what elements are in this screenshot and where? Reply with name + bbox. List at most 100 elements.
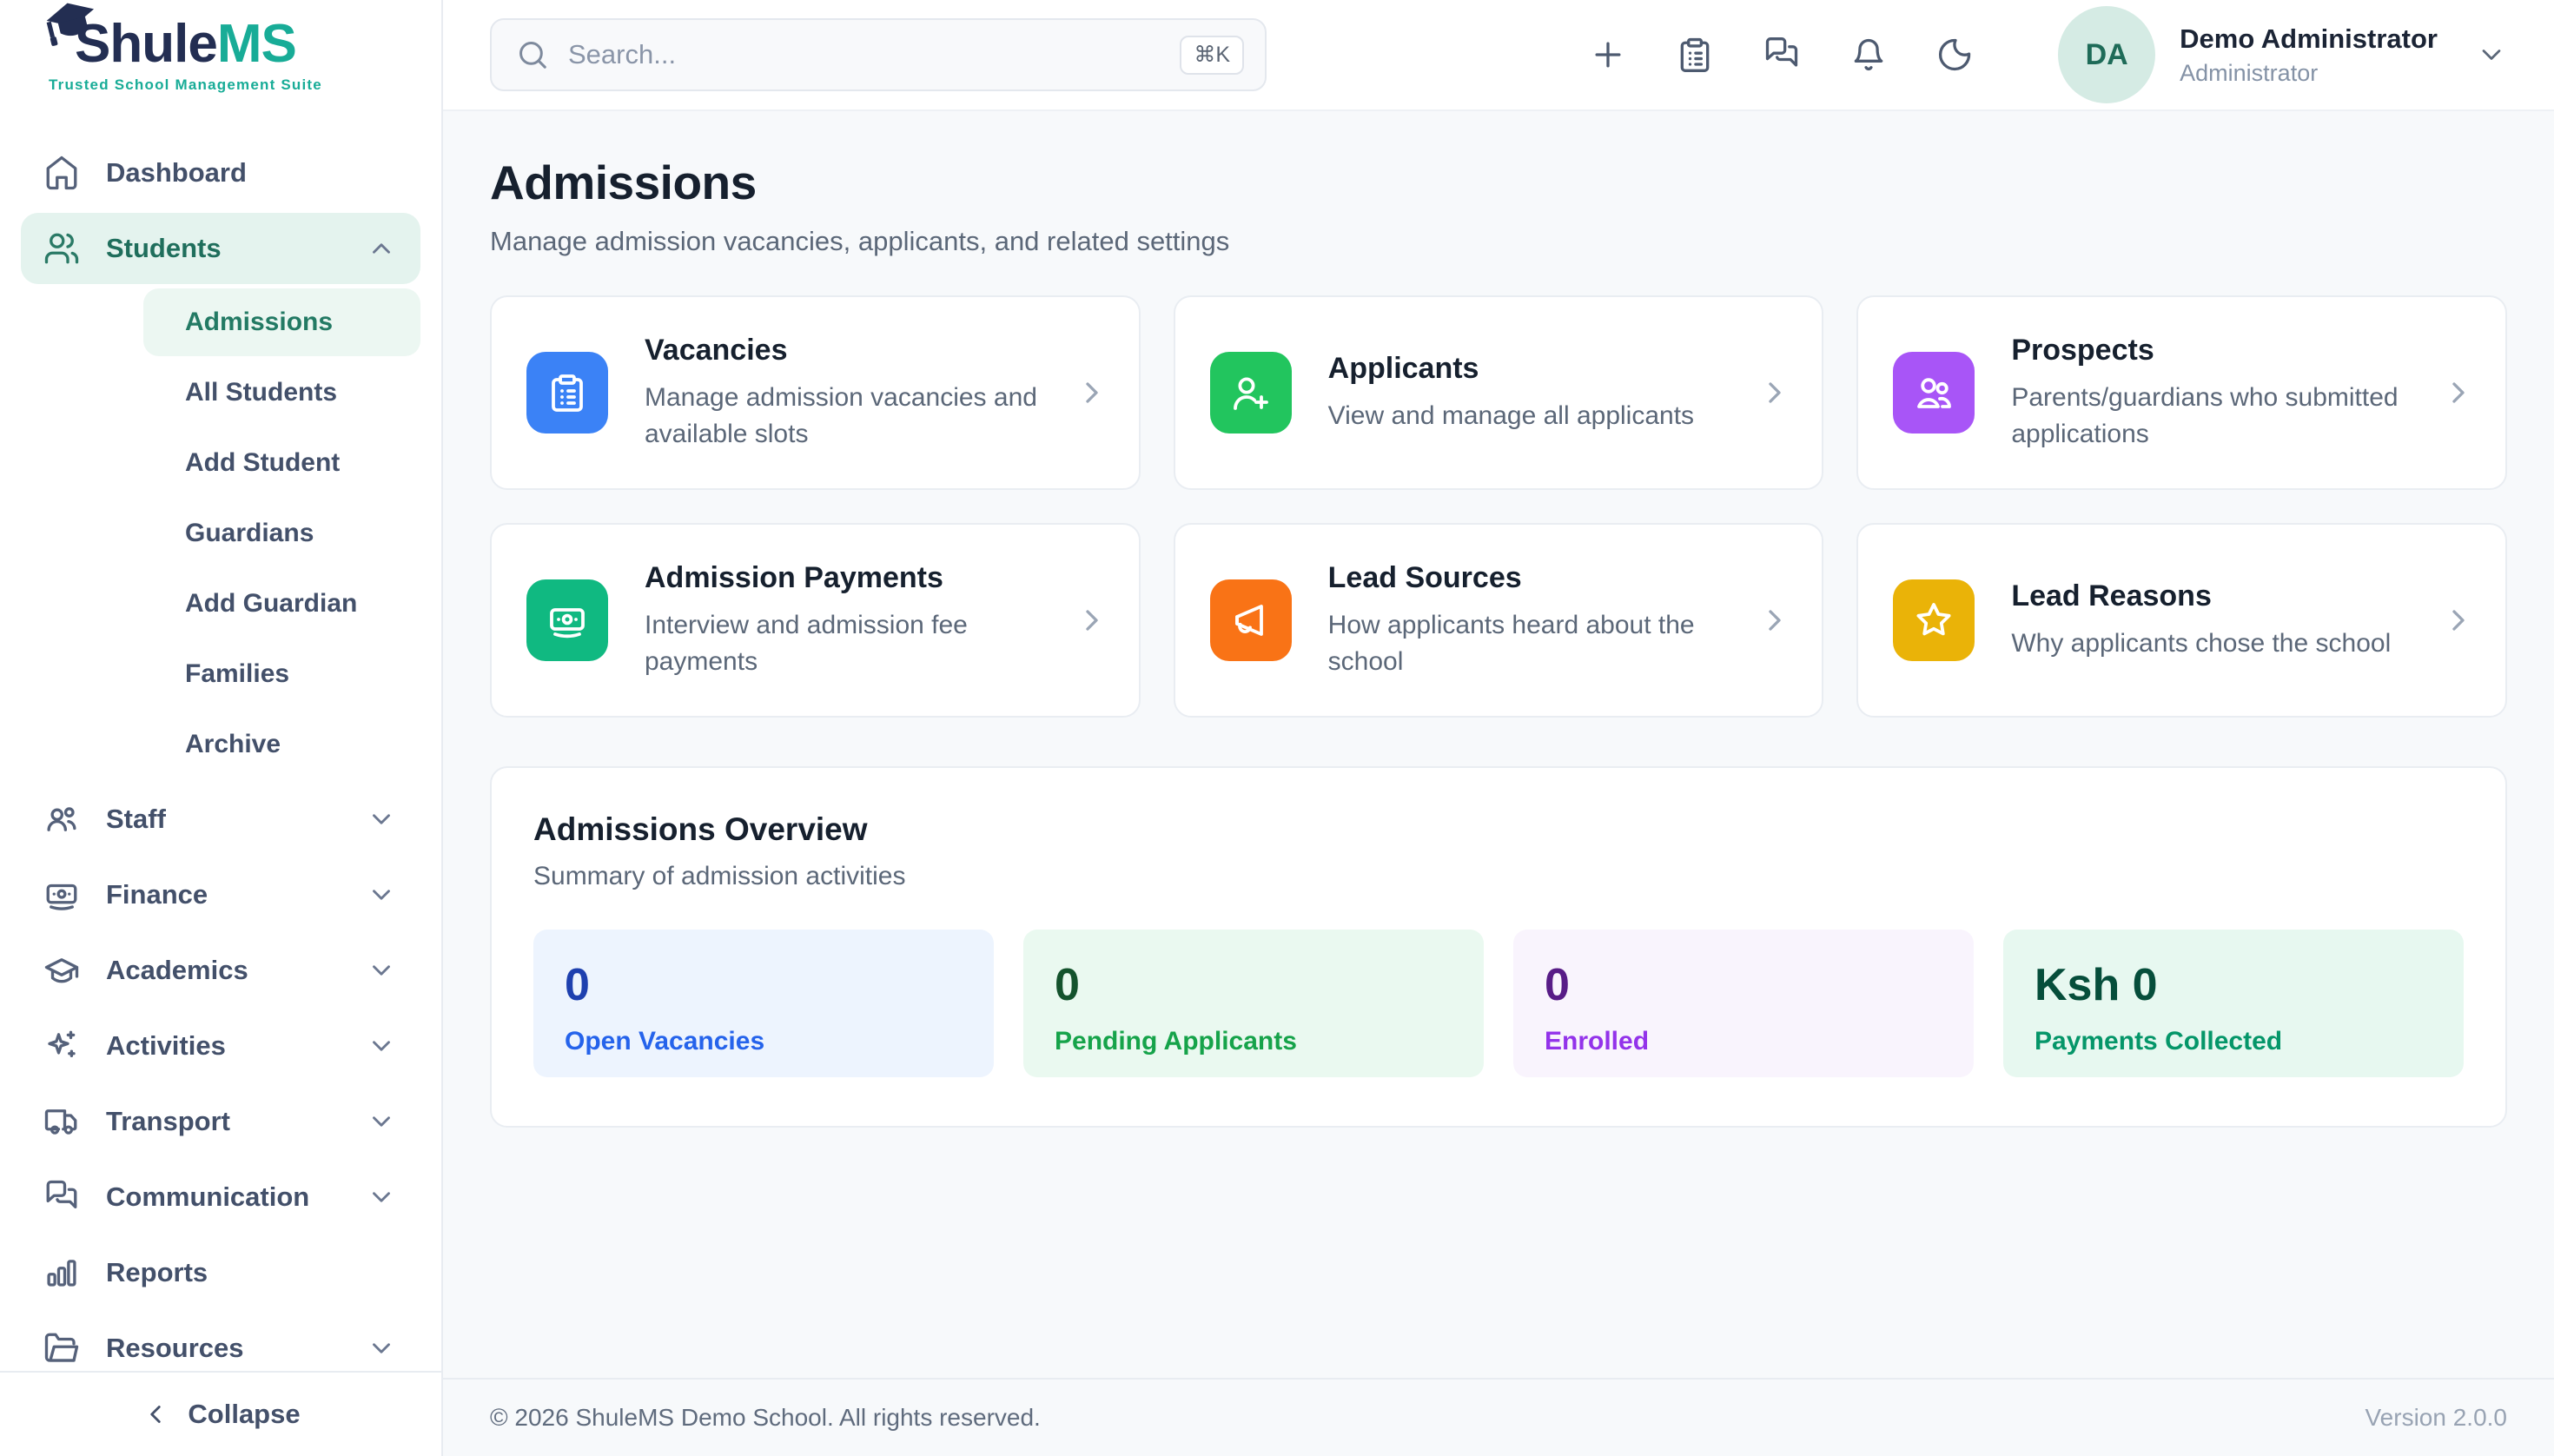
stat-label: Payments Collected xyxy=(2035,1027,2432,1056)
card-description: Why applicants chose the school xyxy=(2011,625,2432,661)
admissions-card-grid: Vacancies Manage admission vacancies and… xyxy=(490,295,2507,718)
chevron-down-icon xyxy=(2476,39,2507,70)
sidebar-item-transport[interactable]: Transport xyxy=(21,1086,420,1157)
search-shortcut-badge: ⌘K xyxy=(1180,36,1244,75)
admission-payments-card[interactable]: Admission Payments Interview and admissi… xyxy=(490,523,1141,718)
sidebar-item-label: Reports xyxy=(106,1257,208,1288)
avatar: DA xyxy=(2058,6,2155,103)
sidebar-item-label: Academics xyxy=(106,955,248,986)
sidebar-item-academics[interactable]: Academics xyxy=(21,935,420,1006)
submenu-item-all-students[interactable]: All Students xyxy=(143,359,420,427)
overview-subtitle: Summary of admission activities xyxy=(533,862,2464,891)
add-button[interactable] xyxy=(1589,34,1631,76)
sidebar-item-resources[interactable]: Resources xyxy=(21,1313,420,1371)
sidebar-item-reports[interactable]: Reports xyxy=(21,1237,420,1308)
stat-value: 0 xyxy=(1055,963,1452,1008)
vacancies-card[interactable]: Vacancies Manage admission vacancies and… xyxy=(490,295,1141,490)
sidebar-item-communication[interactable]: Communication xyxy=(21,1161,420,1233)
card-title: Applicants xyxy=(1328,352,1750,386)
submenu-item-add-student[interactable]: Add Student xyxy=(143,429,420,497)
card-title: Admission Payments xyxy=(645,561,1066,595)
chevron-right-icon xyxy=(1757,375,1792,410)
card-title: Prospects xyxy=(2011,334,2432,367)
card-title: Vacancies xyxy=(645,334,1066,367)
stat-value: 0 xyxy=(1545,963,1942,1008)
sidebar-item-staff[interactable]: Staff xyxy=(21,784,420,855)
user-role: Administrator xyxy=(2180,60,2438,87)
sidebar-item-finance[interactable]: Finance xyxy=(21,859,420,930)
messages-button[interactable] xyxy=(1763,34,1804,76)
bell-icon xyxy=(1849,36,1888,74)
sidebar-item-label: Transport xyxy=(106,1106,230,1137)
card-title: Lead Sources xyxy=(1328,561,1750,595)
prospects-card[interactable]: Prospects Parents/guardians who submitte… xyxy=(1856,295,2507,490)
chevron-down-icon xyxy=(367,1182,396,1212)
sidebar-item-students[interactable]: Students xyxy=(21,213,420,284)
card-description: How applicants heard about the school xyxy=(1328,607,1750,679)
megaphone-icon xyxy=(1210,579,1292,661)
sidebar: ShuleMS Trusted School Management Suite … xyxy=(0,0,443,1456)
submenu-item-add-guardian[interactable]: Add Guardian xyxy=(143,570,420,638)
dark-mode-button[interactable] xyxy=(1936,34,1978,76)
sidebar-item-dashboard[interactable]: Dashboard xyxy=(21,137,420,208)
clipboard-list-icon xyxy=(1676,36,1714,74)
topbar-actions: DA Demo Administrator Administrator xyxy=(1589,6,2507,103)
lead-sources-card[interactable]: Lead Sources How applicants heard about … xyxy=(1174,523,1824,718)
chevron-down-icon xyxy=(367,1031,396,1061)
users-icon xyxy=(43,230,80,267)
sidebar-nav: Dashboard Students Admissions All Studen… xyxy=(0,111,441,1371)
card-description: Parents/guardians who submitted applicat… xyxy=(2011,380,2432,452)
star-icon xyxy=(1893,579,1975,661)
submenu-item-families[interactable]: Families xyxy=(143,640,420,708)
collapse-button[interactable]: Collapse xyxy=(141,1399,300,1430)
copyright-text: © 2026 ShuleMS Demo School. All rights r… xyxy=(490,1404,1041,1432)
chevron-right-icon xyxy=(2441,603,2476,638)
user-name: Demo Administrator xyxy=(2180,23,2438,55)
lead-reasons-card[interactable]: Lead Reasons Why applicants chose the sc… xyxy=(1856,523,2507,718)
submenu-item-archive[interactable]: Archive xyxy=(143,711,420,778)
app-logo[interactable]: ShuleMS Trusted School Management Suite xyxy=(0,0,441,111)
search-input[interactable] xyxy=(568,39,1180,70)
chevron-right-icon xyxy=(1075,603,1109,638)
bus-icon xyxy=(43,1103,80,1140)
page-footer: © 2026 ShuleMS Demo School. All rights r… xyxy=(443,1378,2554,1456)
stat-value: Ksh 0 xyxy=(2035,963,2432,1008)
plus-icon xyxy=(1589,36,1627,74)
admissions-overview-panel: Admissions Overview Summary of admission… xyxy=(490,766,2507,1128)
topbar: ⌘K DA Demo Administrator Admi xyxy=(443,0,2554,111)
sidebar-item-activities[interactable]: Activities xyxy=(21,1010,420,1082)
graduation-cap-logo-icon xyxy=(36,0,111,57)
main-column: ⌘K DA Demo Administrator Admi xyxy=(443,0,2554,1456)
chevron-down-icon xyxy=(367,880,396,910)
stat-pending-applicants: 0 Pending Applicants xyxy=(1023,930,1484,1077)
overview-title: Admissions Overview xyxy=(533,811,2464,848)
sidebar-item-label: Finance xyxy=(106,879,208,910)
version-text: Version 2.0.0 xyxy=(2365,1404,2507,1432)
stat-label: Open Vacancies xyxy=(565,1027,963,1056)
sidebar-item-label: Resources xyxy=(106,1333,244,1364)
tasks-button[interactable] xyxy=(1676,34,1717,76)
notifications-button[interactable] xyxy=(1849,34,1891,76)
folder-icon xyxy=(43,1330,80,1367)
app-tagline: Trusted School Management Suite xyxy=(49,76,322,94)
users-icon xyxy=(1893,352,1975,433)
page-subtitle: Manage admission vacancies, applicants, … xyxy=(490,226,2507,257)
sidebar-item-label: Dashboard xyxy=(106,157,247,189)
students-submenu: Admissions All Students Add Student Guar… xyxy=(21,288,420,778)
card-description: Interview and admission fee payments xyxy=(645,607,1066,679)
applicants-card[interactable]: Applicants View and manage all applicant… xyxy=(1174,295,1824,490)
chevron-down-icon xyxy=(367,1107,396,1136)
sparkles-icon xyxy=(43,1028,80,1064)
home-icon xyxy=(43,155,80,191)
user-info: Demo Administrator Administrator xyxy=(2180,23,2438,87)
chevron-up-icon xyxy=(367,234,396,263)
submenu-item-guardians[interactable]: Guardians xyxy=(143,500,420,567)
user-menu[interactable]: DA Demo Administrator Administrator xyxy=(2058,6,2507,103)
collapse-label: Collapse xyxy=(188,1399,300,1430)
submenu-item-admissions[interactable]: Admissions xyxy=(143,288,420,356)
bar-chart-icon xyxy=(43,1254,80,1291)
stats-grid: 0 Open Vacancies 0 Pending Applicants 0 … xyxy=(533,930,2464,1077)
page-title: Admissions xyxy=(490,155,2507,210)
page-content: Admissions Manage admission vacancies, a… xyxy=(443,111,2554,1378)
search-box: ⌘K xyxy=(490,18,1267,91)
